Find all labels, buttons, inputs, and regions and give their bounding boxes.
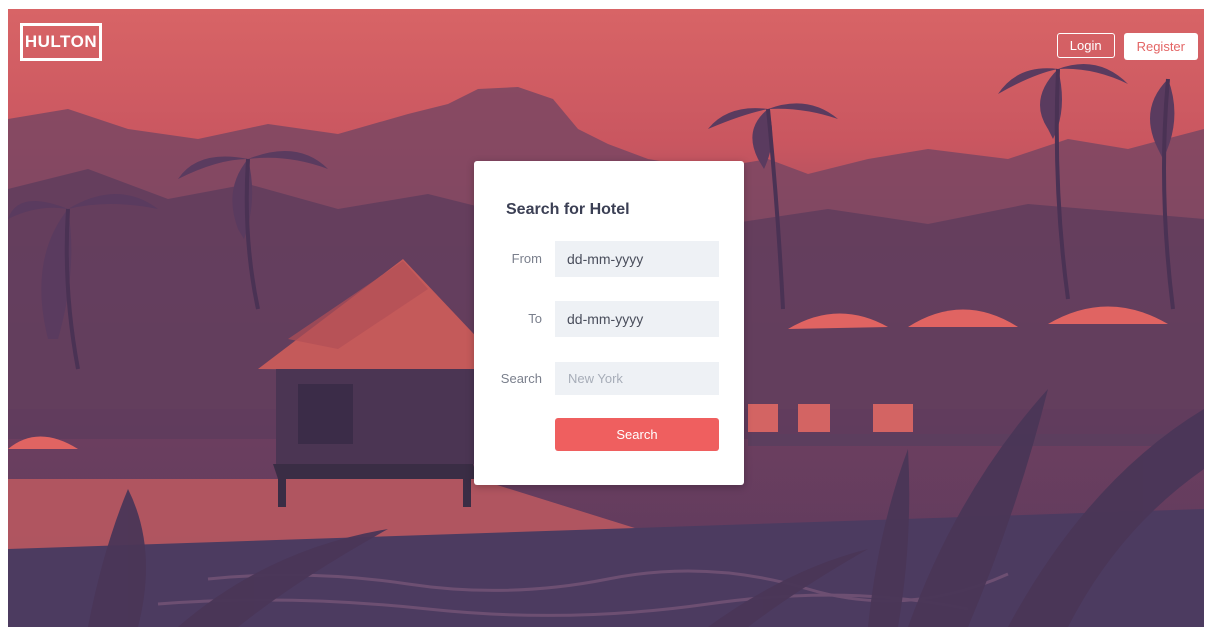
brand-logo[interactable]: HULTON [20, 23, 102, 61]
to-date-input[interactable] [555, 301, 719, 337]
brand-logo-text: HULTON [24, 32, 98, 51]
search-input[interactable] [555, 362, 719, 395]
from-date-input[interactable] [555, 241, 719, 277]
page: HULTON Login Register Search for Hotel F… [0, 0, 1209, 627]
search-card: Search for Hotel From To Search Search [474, 161, 744, 485]
search-label: Search [500, 371, 542, 386]
from-label: From [511, 251, 542, 266]
to-label: To [528, 311, 542, 326]
search-card-title: Search for Hotel [506, 201, 630, 218]
login-button[interactable]: Login [1056, 33, 1115, 58]
search-button[interactable]: Search [555, 418, 719, 451]
register-button[interactable]: Register [1123, 33, 1198, 60]
auth-nav: Login Register [1056, 33, 1198, 60]
